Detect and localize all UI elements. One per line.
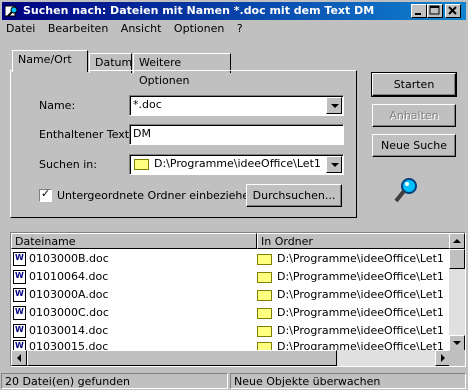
arrow-down-icon: [453, 341, 461, 345]
horizontal-scroll-thumb[interactable]: [27, 350, 337, 366]
text-input[interactable]: DM: [129, 124, 344, 145]
folder-icon: [134, 159, 149, 170]
status-monitor: Neue Objekte überwachen: [230, 373, 466, 389]
close-button[interactable]: [445, 4, 461, 18]
text-label: Enthaltener Text:: [39, 128, 133, 141]
window-title: Suchen nach: Dateien mit Namen *.doc mit…: [23, 4, 375, 17]
subfolders-label: Untergeordnete Ordner einbeziehen: [57, 189, 257, 202]
word-document-icon: [13, 285, 26, 303]
menu-datei[interactable]: Datei: [6, 22, 35, 35]
minimize-button[interactable]: [411, 4, 427, 18]
search-in-dropdown-arrow[interactable]: [326, 156, 342, 173]
window-controls: [411, 4, 463, 18]
column-header-filename[interactable]: Dateiname: [11, 233, 257, 249]
menu-help[interactable]: ?: [237, 22, 243, 35]
search-in-label: Suchen in:: [39, 158, 97, 171]
maximize-icon: [429, 5, 440, 15]
scroll-up-button[interactable]: [449, 233, 465, 249]
menu-bar: Datei Bearbeiten Ansicht Optionen ?: [6, 22, 252, 38]
search-in-value: D:\Programme\ideeOffice\Let1: [154, 157, 321, 170]
file-name: 0103000A.doc: [29, 288, 109, 301]
column-header-folder[interactable]: In Ordner: [257, 233, 451, 249]
folder-path: D:\Programme\ideeOffice\Let1: [277, 306, 444, 319]
folder-path: D:\Programme\ideeOffice\Let1: [277, 288, 444, 301]
arrow-left-icon: [17, 354, 21, 362]
browse-button[interactable]: Durchsuchen...: [246, 184, 342, 207]
name-dropdown-arrow[interactable]: [326, 97, 342, 114]
folder-icon: [257, 254, 272, 265]
menu-optionen[interactable]: Optionen: [174, 22, 224, 35]
vertical-scroll-thumb[interactable]: [449, 249, 465, 269]
subfolders-checkbox[interactable]: [39, 187, 52, 202]
minimize-icon: [415, 13, 421, 15]
magnifier-icon: [394, 178, 417, 203]
file-name: 0103000C.doc: [29, 306, 109, 319]
new-search-button[interactable]: Neue Suche: [372, 134, 456, 157]
text-value: DM: [133, 127, 151, 140]
scroll-corner: [449, 350, 465, 366]
table-row[interactable]: 0103000C.doc D:\Programme\ideeOffice\Let…: [11, 303, 451, 322]
find-files-window: Suchen nach: Dateien mit Namen *.doc mit…: [0, 0, 468, 390]
word-document-icon: [13, 321, 26, 339]
folder-icon: [257, 326, 272, 337]
name-label: Name:: [39, 99, 76, 112]
maximize-button[interactable]: [427, 4, 443, 18]
file-name: 0103000B.doc: [29, 252, 109, 265]
tab-name-ort[interactable]: Name/Ort: [12, 50, 88, 72]
close-icon: [448, 6, 457, 15]
stop-button[interactable]: Anhalten: [372, 104, 456, 127]
scroll-down-button[interactable]: [449, 335, 465, 351]
scroll-left-button[interactable]: [11, 350, 27, 366]
folder-icon: [257, 272, 272, 283]
start-button[interactable]: Starten: [371, 72, 457, 97]
results-list[interactable]: Dateiname In Ordner 0103000B.doc D:\Prog…: [10, 232, 466, 367]
file-name: 01010064.doc: [29, 270, 109, 283]
arrow-right-icon: [441, 354, 445, 362]
status-bar: 20 Datei(en) gefunden Neue Objekte überw…: [0, 372, 468, 390]
word-document-icon: [13, 249, 26, 267]
name-value: *.doc: [133, 98, 162, 111]
menu-bearbeiten[interactable]: Bearbeiten: [48, 22, 108, 35]
search-window-icon: [5, 5, 18, 17]
vertical-scrollbar[interactable]: [449, 233, 465, 351]
title-bar[interactable]: Suchen nach: Dateien mit Namen *.doc mit…: [2, 2, 466, 20]
folder-icon: [257, 290, 272, 301]
word-document-icon: [13, 303, 26, 321]
horizontal-scrollbar[interactable]: [11, 350, 451, 366]
name-combobox[interactable]: *.doc: [129, 95, 344, 116]
search-criteria-panel: Name: *.doc Enthaltener Text: DM Suchen …: [10, 70, 357, 218]
table-row[interactable]: 0103000A.doc D:\Programme\ideeOffice\Let…: [11, 285, 451, 304]
folder-path: D:\Programme\ideeOffice\Let1: [277, 252, 444, 265]
word-document-icon: [13, 267, 26, 285]
search-in-combobox[interactable]: D:\Programme\ideeOffice\Let1: [129, 154, 344, 175]
table-row[interactable]: 0103000B.doc D:\Programme\ideeOffice\Let…: [11, 249, 451, 268]
folder-icon: [257, 308, 272, 319]
menu-ansicht[interactable]: Ansicht: [121, 22, 162, 35]
arrow-up-icon: [453, 239, 461, 243]
status-found-count: 20 Datei(en) gefunden: [1, 373, 228, 389]
folder-path: D:\Programme\ideeOffice\Let1: [277, 270, 444, 283]
table-row[interactable]: 01010064.doc D:\Programme\ideeOffice\Let…: [11, 267, 451, 286]
